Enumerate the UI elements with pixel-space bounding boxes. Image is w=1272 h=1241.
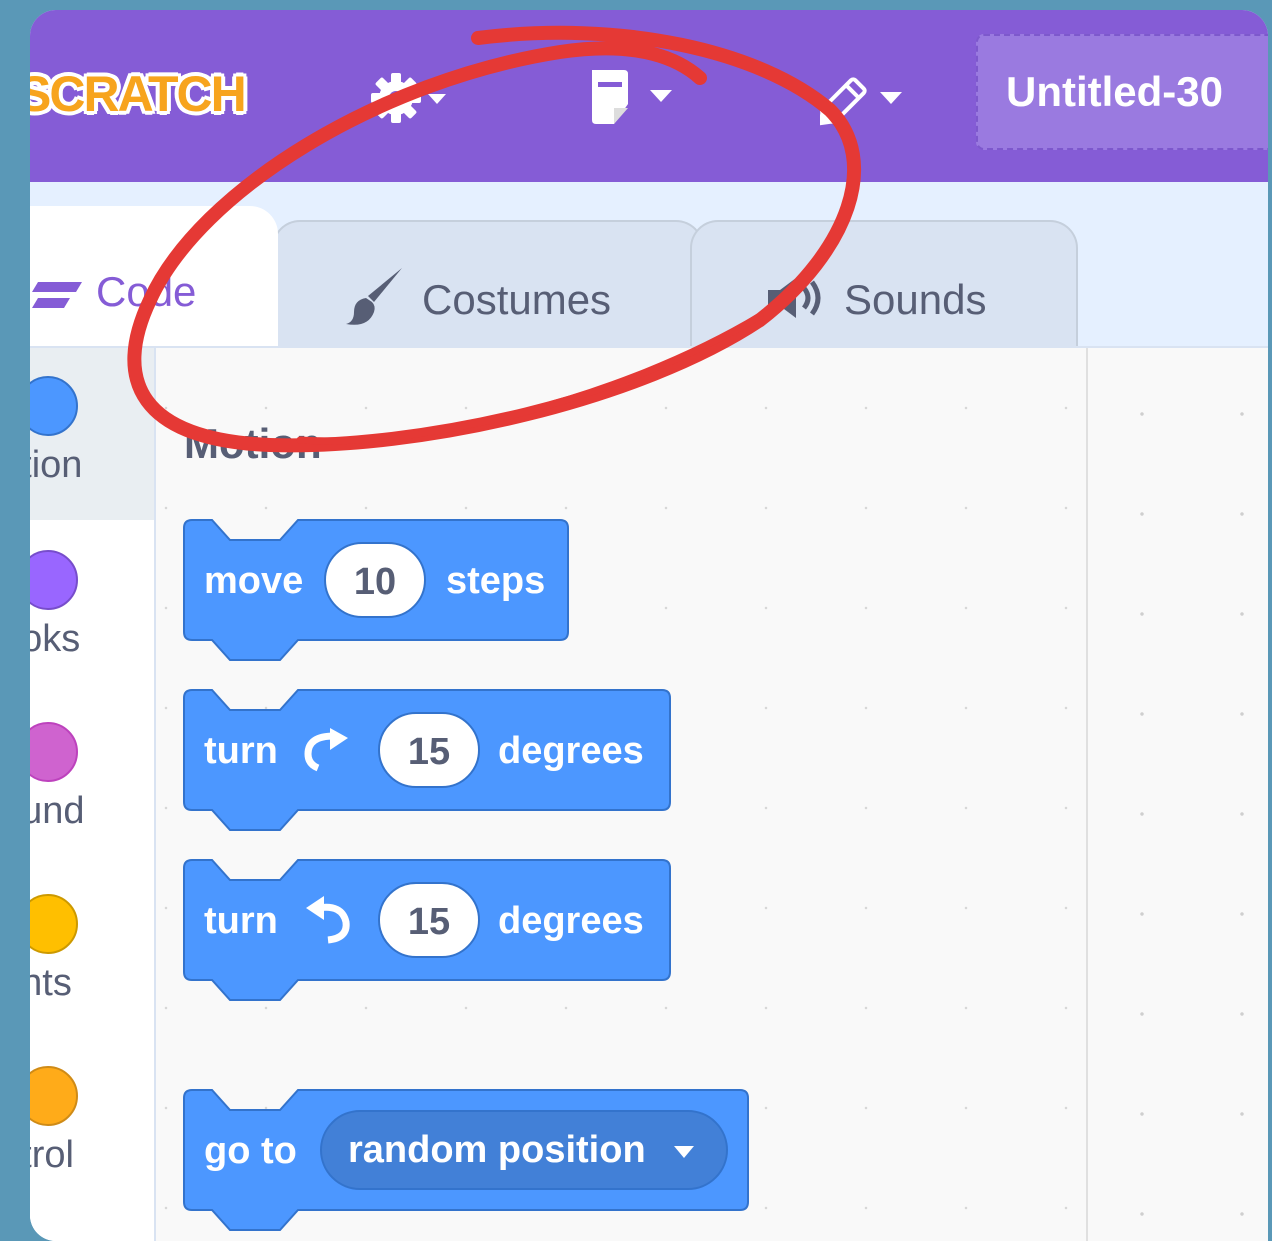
project-title: Untitled-30 xyxy=(1006,68,1224,115)
position-dropdown[interactable]: random position xyxy=(320,1110,728,1190)
tab-sounds-label: Sounds xyxy=(844,276,987,323)
category-sound[interactable]: ound xyxy=(30,694,154,866)
category-sound-dot xyxy=(30,722,78,782)
category-looks[interactable]: ooks xyxy=(30,522,154,694)
script-workspace[interactable] xyxy=(1086,348,1268,1241)
turn-right-block[interactable]: turn 15 degrees xyxy=(182,688,674,838)
category-events-dot xyxy=(30,894,78,954)
tab-costumes-label: Costumes xyxy=(422,276,612,323)
file-menu[interactable] xyxy=(590,68,700,128)
block-text: turn xyxy=(204,730,278,772)
scratch-editor-window: SCRATCH Untitled-30 Code Costumes Sounds… xyxy=(30,10,1268,1241)
edit-menu[interactable] xyxy=(818,68,930,128)
category-looks-dot xyxy=(30,550,78,610)
paintbrush-icon xyxy=(346,268,402,325)
category-events[interactable]: ents xyxy=(30,866,154,1038)
category-control[interactable]: ntrol xyxy=(30,1038,154,1210)
degrees-input[interactable]: 15 xyxy=(378,882,480,958)
file-icon xyxy=(592,70,672,124)
block-text: degrees xyxy=(498,730,644,772)
go-to-block[interactable]: go to random position xyxy=(182,1088,752,1241)
category-looks-label: ooks xyxy=(30,618,81,660)
block-text: move xyxy=(204,560,304,602)
block-text: turn xyxy=(204,900,278,942)
motion-heading: Motion xyxy=(184,420,322,467)
tab-code-label: Code xyxy=(96,268,197,315)
block-palette: Motion move 10 steps turn 15 degrees tur… xyxy=(156,348,1188,1241)
code-area: otion ooks ound ents ntrol Motion xyxy=(30,346,1268,1241)
code-icon xyxy=(32,282,82,308)
tab-code[interactable]: Code xyxy=(30,206,278,346)
dropdown-value: random position xyxy=(348,1129,646,1171)
chevron-down-icon xyxy=(674,1146,694,1158)
rotate-left-icon xyxy=(306,896,350,944)
category-control-label: ntrol xyxy=(30,1134,74,1176)
scratch-logo[interactable]: SCRATCH xyxy=(30,54,247,134)
edit-pencil-icon xyxy=(818,77,902,126)
category-sound-label: ound xyxy=(30,790,85,832)
speaker-icon xyxy=(768,278,821,318)
project-title-field[interactable]: Untitled-30 xyxy=(976,34,1268,150)
category-events-label: ents xyxy=(30,962,72,1004)
category-control-dot xyxy=(30,1066,78,1126)
block-text: degrees xyxy=(498,900,644,942)
gear-icon xyxy=(371,73,446,123)
turn-left-block[interactable]: turn 15 degrees xyxy=(182,858,674,1008)
steps-input[interactable]: 10 xyxy=(324,542,426,618)
degrees-input[interactable]: 15 xyxy=(378,712,480,788)
block-text: steps xyxy=(446,560,546,602)
category-motion[interactable]: otion xyxy=(30,348,154,520)
menu-bar: SCRATCH Untitled-30 xyxy=(30,10,1268,182)
category-motion-label: otion xyxy=(30,444,83,486)
category-menu: otion ooks ound ents ntrol xyxy=(30,348,156,1241)
tab-sounds[interactable]: Sounds xyxy=(690,220,1078,360)
category-motion-dot xyxy=(30,376,78,436)
settings-menu[interactable] xyxy=(368,68,458,128)
rotate-right-icon xyxy=(304,728,348,772)
block-text: go to xyxy=(204,1130,297,1172)
move-steps-block[interactable]: move 10 steps xyxy=(182,518,572,668)
tab-costumes[interactable]: Costumes xyxy=(272,220,704,360)
